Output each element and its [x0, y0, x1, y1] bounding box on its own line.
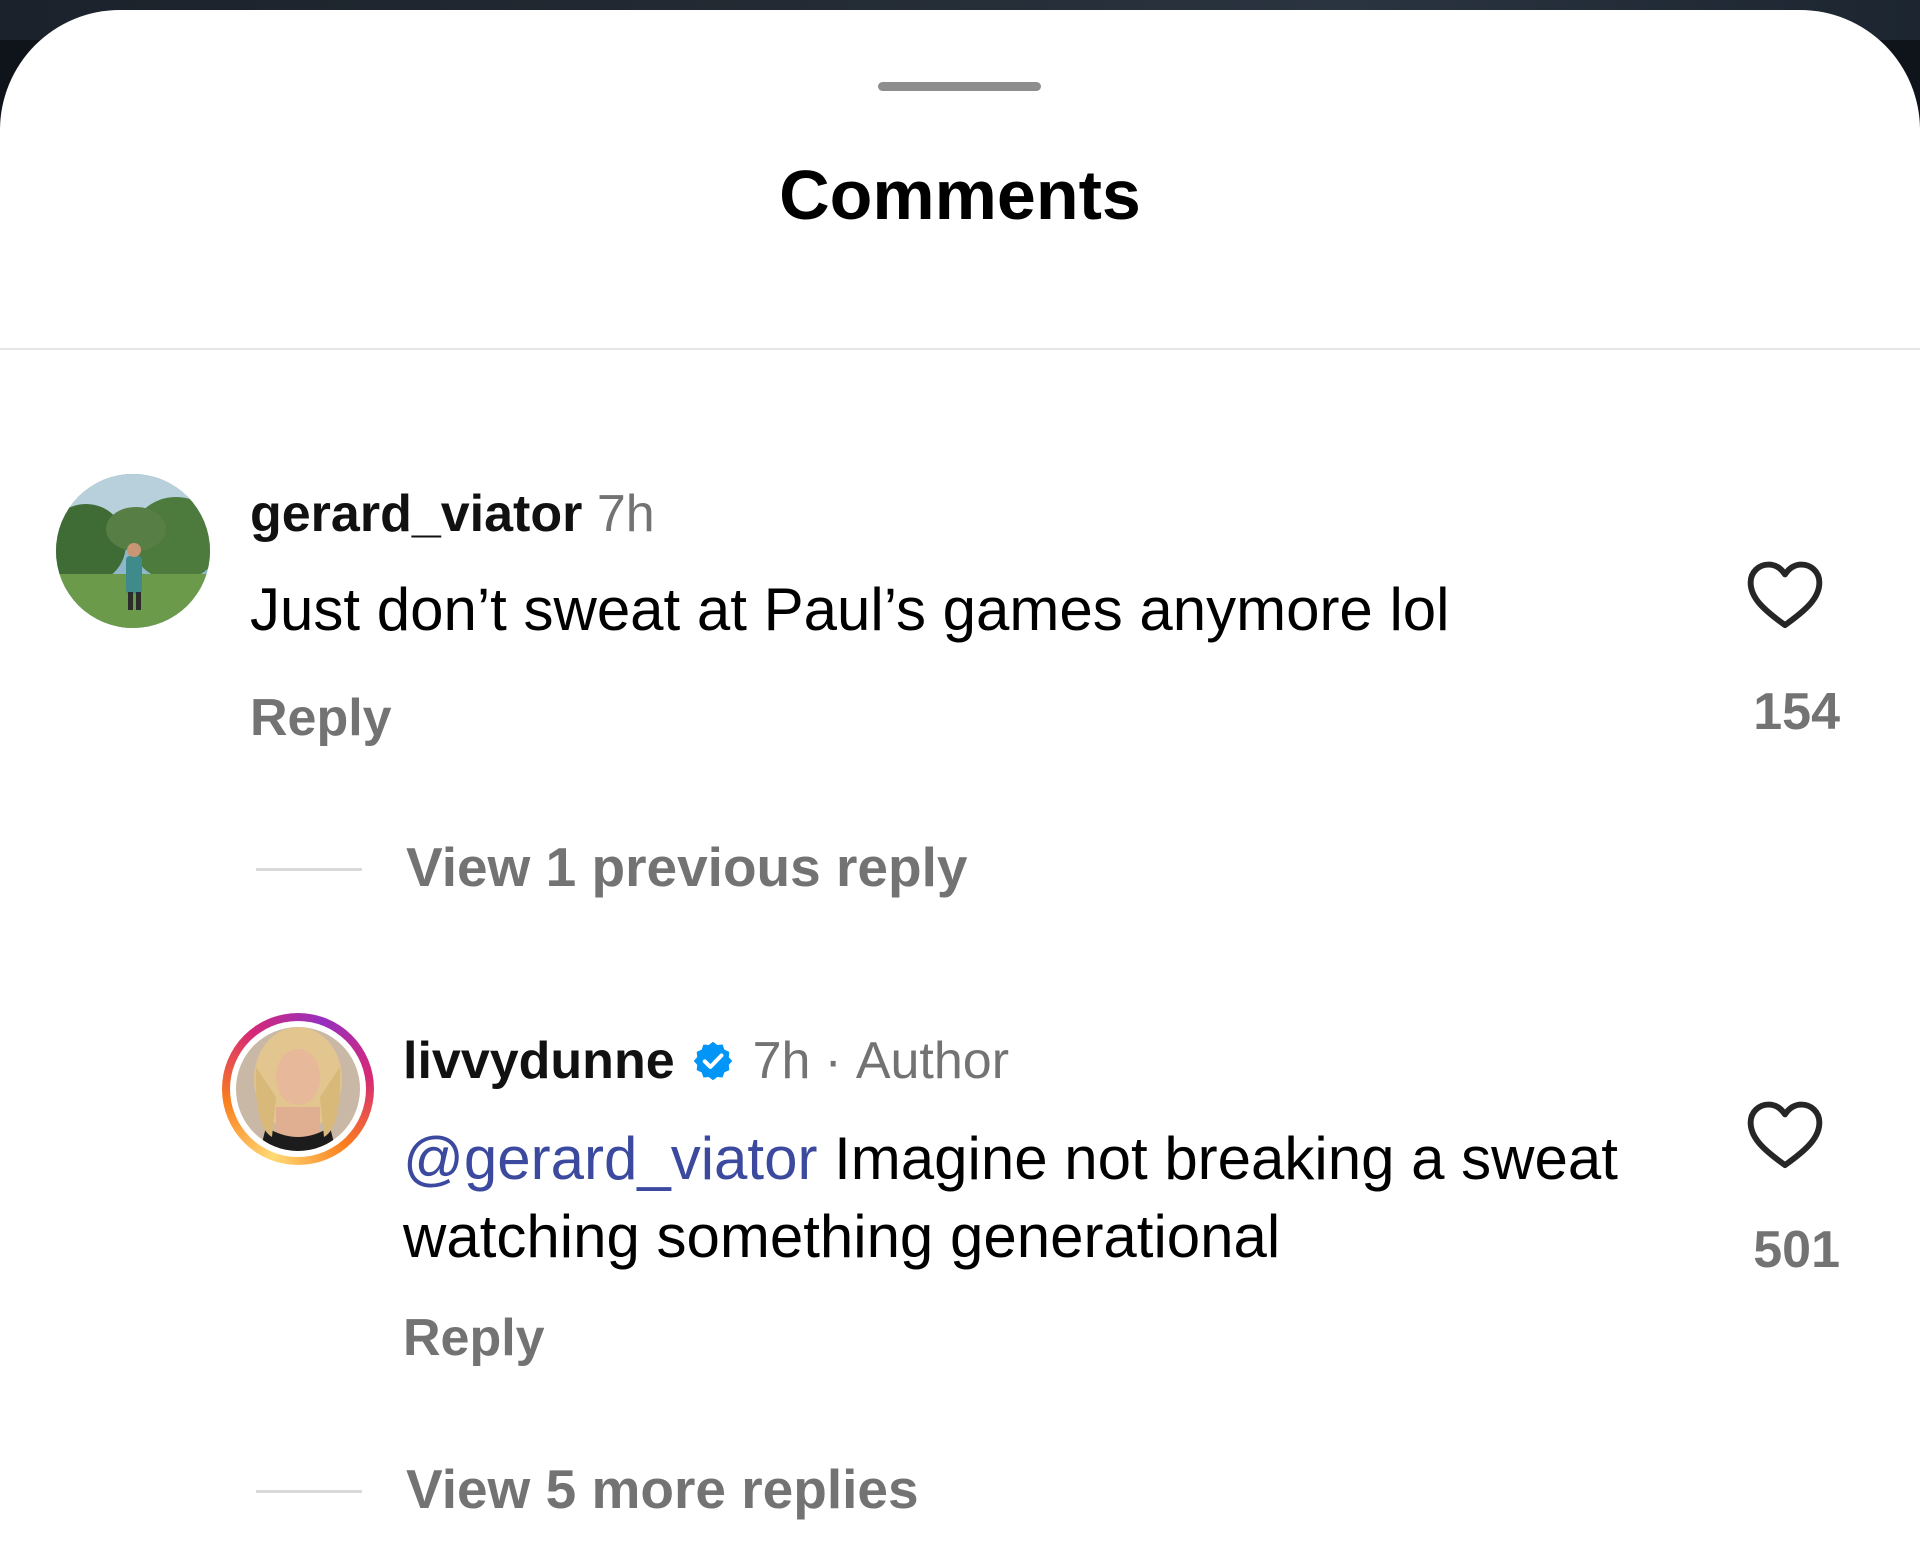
author-tag: Author [855, 1032, 1010, 1090]
reply-button[interactable]: Reply [250, 692, 392, 744]
header-divider [0, 348, 1920, 350]
comment-header: livvydunne 7h · Author [403, 1035, 1009, 1087]
mention-link[interactable]: @gerard_viator [403, 1125, 817, 1192]
sheet-drag-handle[interactable] [878, 82, 1041, 91]
thread-line [256, 868, 362, 871]
sheet-title: Comments [779, 156, 1141, 234]
avatar-photo [236, 1027, 360, 1151]
comment-timestamp: 7h [596, 485, 655, 543]
thread-line [256, 1490, 362, 1493]
like-count: 501 [1753, 1221, 1840, 1279]
reply-button[interactable]: Reply [403, 1312, 545, 1364]
heart-outline-icon[interactable] [1745, 1098, 1825, 1170]
comment-header: gerard_viator 7h [250, 488, 655, 540]
like-count: 154 [1753, 683, 1840, 741]
story-ring[interactable] [222, 1013, 374, 1165]
avatar-gerard-viator[interactable] [56, 474, 210, 628]
view-previous-replies-button[interactable]: View 1 previous reply [406, 840, 967, 895]
avatar-photo [56, 474, 210, 628]
separator-dot: · [824, 1032, 842, 1090]
avatar-livvydunne [236, 1027, 360, 1151]
heart-outline-icon[interactable] [1745, 558, 1825, 630]
comments-sheet: Comments gerard_viator 7h Just don’t swe… [0, 10, 1920, 1544]
comment-text: Just don’t sweat at Paul’s games anymore… [250, 576, 1450, 643]
comment-text: @gerard_viator Imagine not breaking a sw… [403, 1120, 1633, 1276]
view-more-replies-button[interactable]: View 5 more replies [406, 1462, 919, 1517]
comment-username[interactable]: livvydunne [403, 1035, 675, 1087]
comment-username[interactable]: gerard_viator [250, 485, 582, 543]
verified-badge-icon [693, 1041, 732, 1081]
comment-timestamp: 7h [752, 1032, 811, 1090]
